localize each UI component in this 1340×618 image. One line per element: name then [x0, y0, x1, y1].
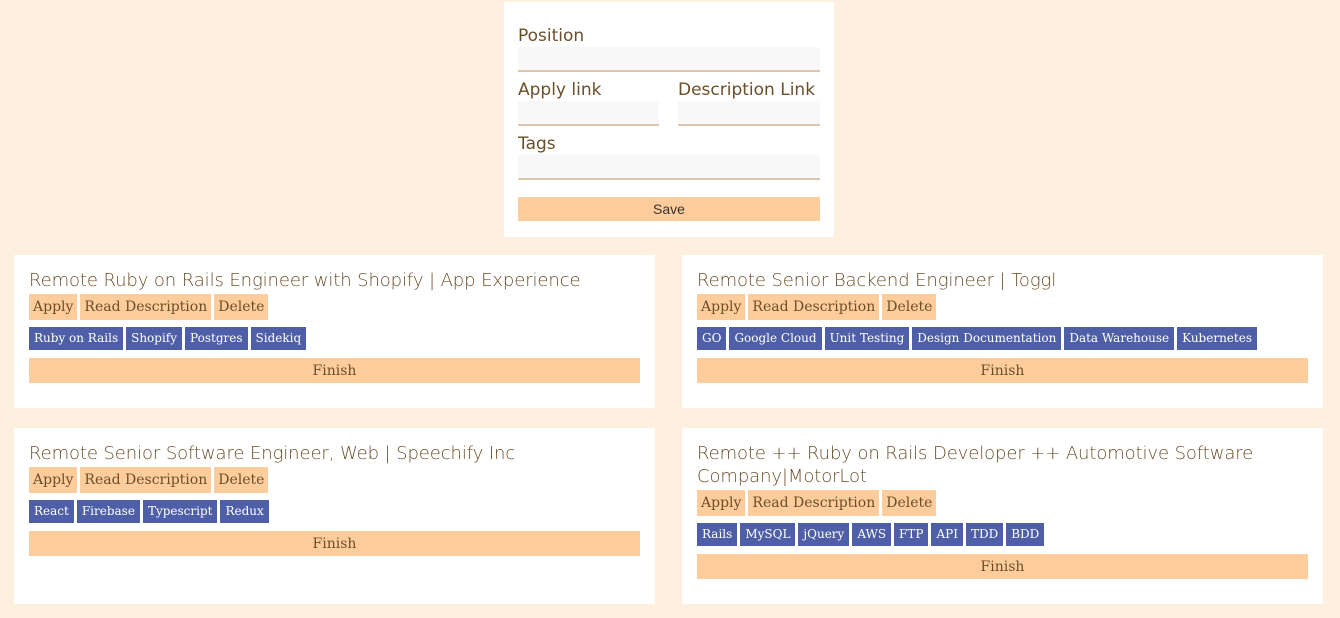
job-card: Remote Ruby on Rails Engineer with Shopi…	[14, 255, 655, 408]
job-card: Remote Senior Software Engineer, Web | S…	[14, 428, 655, 604]
finish-button[interactable]: Finish	[29, 358, 640, 383]
apply-button[interactable]: Apply	[29, 294, 78, 320]
tag: MySQL	[740, 523, 796, 546]
job-actions: Apply Read Description Delete	[29, 294, 640, 320]
tag-list: React Firebase Typescript Redux	[29, 500, 640, 523]
tags-label: Tags	[518, 134, 556, 154]
tag: TDD	[965, 523, 1004, 546]
tag: Rails	[697, 523, 738, 546]
job-title: Remote Senior Software Engineer, Web | S…	[29, 443, 516, 464]
apply-button[interactable]: Apply	[697, 294, 746, 320]
finish-button[interactable]: Finish	[29, 531, 640, 556]
finish-button[interactable]: Finish	[697, 554, 1308, 579]
tag: Postgres	[185, 327, 248, 350]
apply-button[interactable]: Apply	[697, 490, 746, 516]
job-title: Remote Senior Backend Engineer | Toggl	[697, 270, 1057, 291]
tag: Shopify	[126, 327, 183, 350]
tag: Data Warehouse	[1064, 327, 1175, 350]
apply-link-label: Apply link	[518, 80, 602, 100]
tag: Typescript	[142, 500, 218, 523]
delete-button[interactable]: Delete	[214, 294, 269, 320]
tag: API	[931, 523, 963, 546]
job-form: Position Apply link Description Link Tag…	[504, 2, 834, 237]
tag: Google Cloud	[729, 327, 822, 350]
apply-button[interactable]: Apply	[29, 467, 78, 493]
tag: Redux	[220, 500, 269, 523]
description-link-label: Description Link	[678, 80, 816, 100]
read-description-button[interactable]: Read Description	[80, 294, 212, 320]
finish-button[interactable]: Finish	[697, 358, 1308, 383]
tag: React	[29, 500, 74, 523]
tag: Design Documentation	[912, 327, 1062, 350]
job-actions: Apply Read Description Delete	[697, 490, 1308, 516]
position-label: Position	[518, 26, 585, 46]
tag: Sidekiq	[250, 327, 307, 350]
job-actions: Apply Read Description Delete	[29, 467, 640, 493]
delete-button[interactable]: Delete	[882, 294, 937, 320]
delete-button[interactable]: Delete	[214, 467, 269, 493]
tag: FTP	[894, 523, 929, 546]
tag: GO	[697, 327, 727, 350]
position-input[interactable]	[518, 47, 820, 72]
tag: Kubernetes	[1177, 327, 1257, 350]
delete-button[interactable]: Delete	[882, 490, 937, 516]
read-description-button[interactable]: Read Description	[80, 467, 212, 493]
tag-list: Ruby on Rails Shopify Postgres Sidekiq	[29, 327, 640, 350]
tag-list: GO Google Cloud Unit Testing Design Docu…	[697, 327, 1308, 350]
tag: jQuery	[798, 523, 850, 546]
job-title: Remote Ruby on Rails Engineer with Shopi…	[29, 270, 581, 291]
job-actions: Apply Read Description Delete	[697, 294, 1308, 320]
job-title: Remote ++ Ruby on Rails Developer ++ Aut…	[697, 443, 1254, 487]
job-card: Remote Senior Backend Engineer | Toggl A…	[682, 255, 1323, 408]
tag: Unit Testing	[824, 327, 910, 350]
save-button[interactable]: Save	[518, 197, 820, 221]
description-link-input[interactable]	[678, 101, 820, 126]
read-description-button[interactable]: Read Description	[748, 294, 880, 320]
job-card: Remote ++ Ruby on Rails Developer ++ Aut…	[682, 428, 1323, 604]
tag: Ruby on Rails	[29, 327, 124, 350]
tags-input[interactable]	[518, 155, 820, 180]
apply-link-input[interactable]	[518, 101, 659, 126]
tag-list: Rails MySQL jQuery AWS FTP API TDD BDD	[697, 523, 1308, 546]
tag: Firebase	[76, 500, 140, 523]
tag: AWS	[852, 523, 892, 546]
read-description-button[interactable]: Read Description	[748, 490, 880, 516]
tag: BDD	[1006, 523, 1045, 546]
